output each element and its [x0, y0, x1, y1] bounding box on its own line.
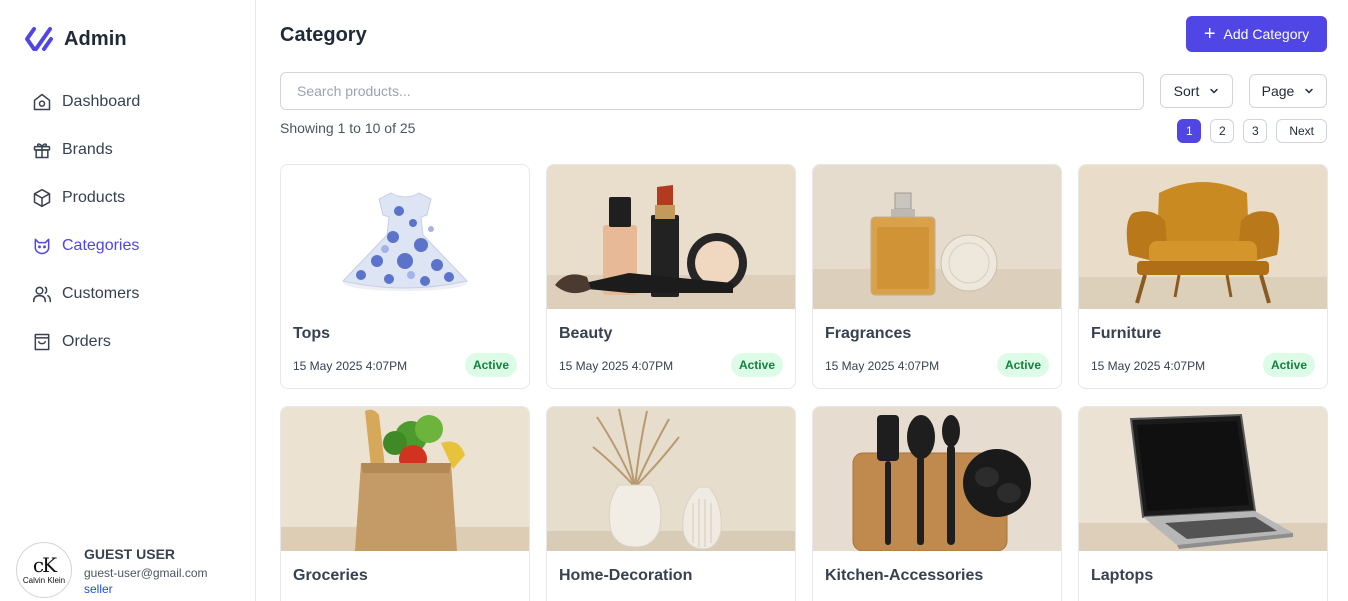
pagination: 1 2 3 Next — [1177, 119, 1327, 143]
sidebar: Admin Dashboard Brands Products Categori… — [0, 0, 256, 601]
sort-label: Sort — [1173, 83, 1200, 99]
category-card[interactable]: Kitchen-Accessories — [812, 406, 1062, 601]
sidebar-item-categories[interactable]: Categories — [24, 222, 234, 270]
page-label: Page — [1261, 83, 1295, 99]
users-icon — [32, 284, 52, 304]
category-grid: Tops 15 May 2025 4:07PM Active Beauty 15… — [280, 164, 1328, 601]
sidebar-item-label: Orders — [62, 333, 111, 350]
category-name: Fragrances — [825, 325, 912, 342]
user-email: guest-user@gmail.com — [84, 566, 208, 580]
category-date: 15 May 2025 4:07PM — [559, 359, 674, 373]
avatar-logo: cK — [32, 553, 57, 577]
sidebar-nav: Dashboard Brands Products Categories Cus… — [24, 78, 234, 366]
category-card[interactable]: Furniture 15 May 2025 4:07PM Active — [1078, 164, 1328, 389]
avatar-brand-text: Calvin Klein — [22, 576, 66, 585]
laptop-image — [1079, 407, 1327, 551]
page-button-3[interactable]: 3 — [1243, 119, 1268, 143]
category-name: Kitchen-Accessories — [825, 567, 984, 584]
utensils-image — [813, 407, 1061, 551]
category-name: Beauty — [559, 325, 613, 342]
sidebar-item-dashboard[interactable]: Dashboard — [24, 78, 234, 126]
chevron-down-icon — [1210, 88, 1219, 94]
perfume-image — [813, 165, 1061, 309]
page-dropdown[interactable]: Page — [1249, 74, 1327, 108]
category-card[interactable]: Tops 15 May 2025 4:07PM Active — [280, 164, 530, 389]
cat-icon — [32, 236, 52, 256]
avatar: cK Calvin Klein — [16, 542, 72, 598]
category-card[interactable]: Fragrances 15 May 2025 4:07PM Active — [812, 164, 1062, 389]
vases-image — [547, 407, 795, 551]
shopping-bag-icon — [32, 332, 52, 352]
category-date: 15 May 2025 4:07PM — [825, 359, 940, 373]
user-role: seller — [84, 582, 113, 596]
sidebar-item-brands[interactable]: Brands — [24, 126, 234, 174]
plus-icon: + — [1203, 23, 1216, 45]
add-category-button[interactable]: + Add Category — [1186, 16, 1327, 52]
dress-image — [281, 165, 529, 309]
next-page-button[interactable]: Next — [1276, 119, 1327, 143]
grocery-bag-image — [281, 407, 529, 551]
admin-logo-icon — [25, 27, 53, 51]
page-button-2[interactable]: 2 — [1210, 119, 1235, 143]
category-card[interactable]: Home-Decoration — [546, 406, 796, 601]
box-icon — [32, 188, 52, 208]
gift-icon — [32, 140, 52, 160]
category-name: Laptops — [1091, 567, 1154, 584]
sidebar-item-label: Brands — [62, 141, 113, 158]
sidebar-item-label: Dashboard — [62, 93, 141, 110]
add-category-label: Add Category — [1223, 26, 1310, 42]
category-card[interactable]: Beauty 15 May 2025 4:07PM Active — [546, 164, 796, 389]
brand[interactable]: Admin — [24, 26, 127, 52]
sidebar-item-label: Customers — [62, 285, 140, 302]
status-badge: Active — [996, 353, 1049, 377]
sidebar-item-label: Products — [62, 189, 126, 206]
main-content: Category + Add Category Sort Page Showin… — [280, 0, 1328, 601]
status-badge: Active — [1262, 353, 1315, 377]
category-name: Tops — [293, 325, 331, 342]
category-date: 15 May 2025 4:07PM — [1091, 359, 1206, 373]
chevron-down-icon — [1305, 88, 1314, 94]
sidebar-item-customers[interactable]: Customers — [24, 270, 234, 318]
status-badge: Active — [730, 353, 783, 377]
sidebar-item-products[interactable]: Products — [24, 174, 234, 222]
search-input[interactable] — [280, 72, 1144, 110]
user-profile[interactable]: cK Calvin Klein GUEST USER guest-user@gm… — [16, 542, 208, 598]
category-name: Groceries — [293, 567, 368, 584]
results-count: Showing 1 to 10 of 25 — [280, 120, 416, 136]
armchair-image — [1079, 165, 1327, 309]
page-title: Category — [280, 24, 367, 46]
sort-dropdown[interactable]: Sort — [1160, 74, 1233, 108]
status-badge: Active — [464, 353, 517, 377]
category-date: 15 May 2025 4:07PM — [293, 359, 408, 373]
category-name: Furniture — [1091, 325, 1162, 342]
sidebar-item-orders[interactable]: Orders — [24, 318, 234, 366]
brand-name: Admin — [64, 27, 127, 50]
sidebar-item-label: Categories — [62, 237, 140, 254]
user-name: GUEST USER — [84, 546, 176, 562]
category-name: Home-Decoration — [559, 567, 693, 584]
cosmetics-image — [547, 165, 795, 309]
category-card[interactable]: Groceries — [280, 406, 530, 601]
category-card[interactable]: Laptops — [1078, 406, 1328, 601]
page-button-1[interactable]: 1 — [1177, 119, 1202, 143]
home-icon — [32, 92, 52, 112]
